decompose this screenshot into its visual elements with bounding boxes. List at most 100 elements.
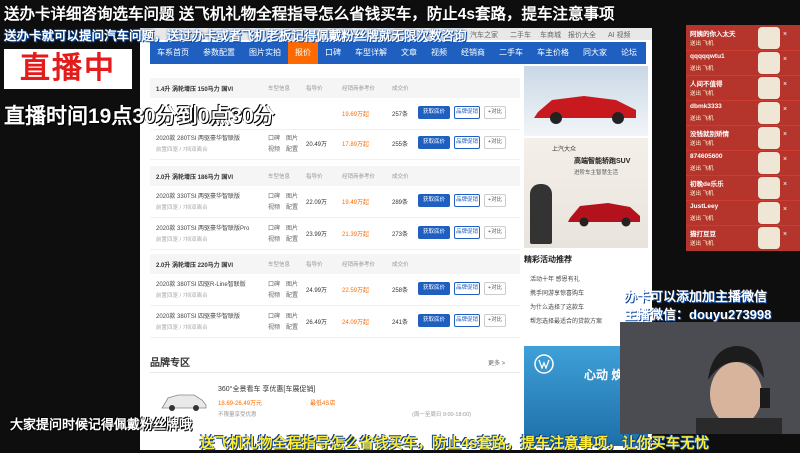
tag-link[interactable]: 口碑: [268, 311, 280, 320]
model-name[interactable]: 2020款 330TSI 两驱豪华智联版: [156, 191, 240, 200]
promo-button[interactable]: 品牌促销: [454, 282, 480, 295]
tag-link[interactable]: 视频: [268, 290, 280, 299]
model-name[interactable]: 2020款 280TSI 两驱豪华智联版: [156, 133, 240, 142]
top-link[interactable]: 汽车之家: [470, 30, 498, 40]
car-image[interactable]: [160, 390, 208, 412]
tag-link[interactable]: 配置: [286, 322, 298, 331]
col-header: 车型信息: [268, 86, 291, 92]
compare-button[interactable]: +对比: [484, 106, 506, 119]
col-header: 成交价: [392, 174, 409, 180]
wechat-line1: 办卡可以添加加主播微信: [624, 289, 768, 304]
nav-item[interactable]: 图片实拍: [242, 42, 288, 64]
compare-button[interactable]: +对比: [484, 314, 506, 327]
nav-item[interactable]: 经销商: [454, 42, 492, 64]
tag-link[interactable]: 视频: [268, 322, 280, 331]
tag-link[interactable]: 配置: [286, 290, 298, 299]
promo-title[interactable]: 360°全景看车 享优惠[车展促销]: [218, 384, 315, 394]
tag-link[interactable]: 配置: [286, 202, 298, 211]
activity-item[interactable]: 为什么选择了这款车: [530, 302, 584, 311]
nav-item[interactable]: 车系首页: [150, 42, 196, 64]
tag-link[interactable]: 口碑: [268, 133, 280, 142]
top-link[interactable]: 车商城: [540, 30, 561, 40]
main-nav: 车系首页 参数配置 图片实拍 报价 口碑 车型详解 文章 视频 经销商 二手车 …: [150, 42, 646, 64]
tag-link[interactable]: 图片: [286, 133, 298, 142]
plane-gift-icon: [758, 77, 780, 99]
nav-item[interactable]: 口碑: [318, 42, 348, 64]
top-link[interactable]: AI 视频: [608, 30, 631, 40]
more-link[interactable]: 更多 >: [488, 358, 505, 367]
activity-item[interactable]: 活动十年 感恩有礼: [530, 274, 580, 283]
get-price-button[interactable]: 获取底价: [418, 194, 450, 207]
compare-button[interactable]: +对比: [484, 282, 506, 295]
tag-link[interactable]: 视频: [268, 202, 280, 211]
section-title: 2.0升 涡轮增压 186马力 国VI: [156, 175, 234, 181]
plane-gift-icon: [758, 152, 780, 174]
activity-item[interactable]: 帮您选择最适合的贷款方案: [530, 316, 602, 325]
tag-link[interactable]: 配置: [286, 234, 298, 243]
model-sub: 前置四驱 / 7挡双离合: [156, 237, 208, 243]
dealer-price: 19.69万起: [342, 112, 370, 118]
tag-link[interactable]: 视频: [268, 234, 280, 243]
model-sub: 前置四驱 / 7挡双离合: [156, 325, 208, 331]
tag-link[interactable]: 口碑: [268, 223, 280, 232]
table-row: 2020款 380TSI 四驱R-Line智联版 前置四驱 / 7挡双离合 口碑…: [150, 276, 520, 306]
promo-button[interactable]: 品牌促销: [454, 106, 480, 119]
nav-item[interactable]: 车型详解: [348, 42, 394, 64]
tag-link[interactable]: 图片: [286, 223, 298, 232]
tag-link[interactable]: 口碑: [268, 191, 280, 200]
nav-item[interactable]: 车主价格: [530, 42, 576, 64]
plane-gift-icon: [758, 202, 780, 224]
red-suv-icon: [568, 203, 640, 227]
get-price-button[interactable]: 获取底价: [418, 106, 450, 119]
get-price-button[interactable]: 获取底价: [418, 226, 450, 239]
col-header: 指导价: [306, 86, 323, 92]
table-row: 2020款 330TSI 两驱豪华智联版Pro 前置四驱 / 7挡双离合 口碑 …: [150, 220, 520, 250]
tag-link[interactable]: 口碑: [268, 279, 280, 288]
guide-price: 23.99万: [306, 232, 328, 238]
nav-item-active[interactable]: 报价: [288, 42, 318, 64]
deal-count: 258条: [392, 288, 409, 294]
plane-gift-icon: [758, 52, 780, 74]
price-tag: 最低4S店: [310, 401, 336, 407]
compare-button[interactable]: +对比: [484, 226, 506, 239]
wechat-line2: 主播微信：douyu273998: [624, 307, 772, 322]
tag-link[interactable]: 图片: [286, 279, 298, 288]
nav-item[interactable]: 视频: [424, 42, 454, 64]
tag-link[interactable]: 图片: [286, 191, 298, 200]
promo-button[interactable]: 品牌促销: [454, 226, 480, 239]
compare-button[interactable]: +对比: [484, 194, 506, 207]
tag-link[interactable]: 配置: [286, 144, 298, 153]
gift-entry: 初晚de乐乐 送出 飞机 ×: [686, 175, 800, 201]
top-link[interactable]: 报价大全: [568, 30, 596, 40]
gift-entry: 阿姨的你入太天 送出 飞机 ×: [686, 25, 800, 51]
nav-item[interactable]: 二手车: [492, 42, 530, 64]
nav-item[interactable]: 参数配置: [196, 42, 242, 64]
tag-link[interactable]: 视频: [268, 144, 280, 153]
model-name[interactable]: 2020款 380TSI 四驱R-Line智联版: [156, 279, 246, 288]
promo-button[interactable]: 品牌促销: [454, 194, 480, 207]
nav-item[interactable]: 同大家: [576, 42, 614, 64]
gift-entry: 没钱就别矫情 送出 飞机 ×: [686, 125, 800, 151]
section-title: 1.4升 涡轮增压 150马力 国VI: [156, 87, 234, 93]
nav-item[interactable]: 文章: [394, 42, 424, 64]
promo-button[interactable]: 品牌促销: [454, 314, 480, 327]
get-price-button[interactable]: 获取底价: [418, 282, 450, 295]
model-name[interactable]: 2020款 330TSI 两驱豪华智联版Pro: [156, 223, 249, 232]
compare-button[interactable]: +对比: [484, 136, 506, 149]
bottom-left-note: 大家提问时候记得佩戴粉丝牌哦: [10, 417, 193, 432]
ad-banner-top[interactable]: [524, 66, 648, 136]
model-name[interactable]: 2020款 380TSI 四驱豪华智联版: [156, 311, 240, 320]
tag-link[interactable]: 图片: [286, 311, 298, 320]
deal-count: 257条: [392, 112, 409, 118]
guide-price: 20.49万: [306, 142, 328, 148]
dealer-price: 17.89万起: [342, 142, 370, 148]
nav-item[interactable]: 论坛: [614, 42, 644, 64]
plane-gift-icon: [758, 102, 780, 124]
ad-banner-mid[interactable]: 上汽大众 高端智能轿跑SUV 进阶车主智慧生活: [524, 138, 648, 248]
col-header: 经销商参考价: [342, 86, 376, 92]
promo-button[interactable]: 品牌促销: [454, 136, 480, 149]
activity-item[interactable]: 携手同游享惊喜购车: [530, 288, 584, 297]
top-link[interactable]: 二手车: [510, 30, 531, 40]
get-price-button[interactable]: 获取底价: [418, 136, 450, 149]
get-price-button[interactable]: 获取底价: [418, 314, 450, 327]
